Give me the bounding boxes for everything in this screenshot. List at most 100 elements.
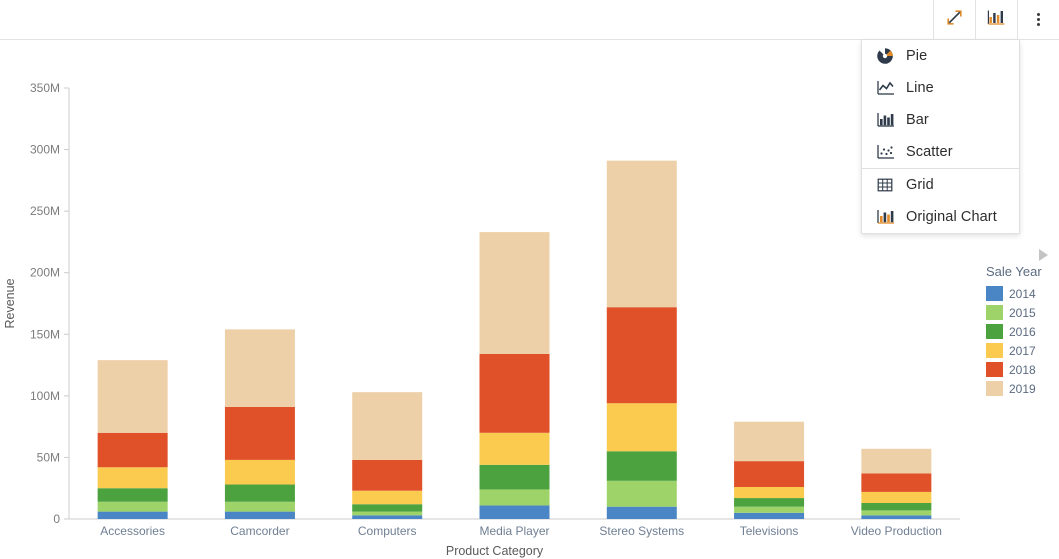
bar-segment[interactable] bbox=[734, 506, 805, 513]
x-tick-label: Video Production bbox=[851, 524, 942, 538]
bar-chart-icon bbox=[876, 111, 906, 129]
bar-segment[interactable] bbox=[606, 403, 677, 452]
bar-segment[interactable] bbox=[224, 329, 295, 407]
more-options-button[interactable] bbox=[1017, 0, 1059, 39]
menu-item-label: Scatter bbox=[906, 144, 953, 160]
bar-segment[interactable] bbox=[861, 510, 932, 516]
bar-segment[interactable] bbox=[479, 432, 550, 465]
menu-item-label: Pie bbox=[906, 48, 928, 64]
legend-item-2017[interactable]: 2017 bbox=[986, 341, 1059, 360]
bar-segment[interactable] bbox=[224, 459, 295, 485]
bar-segment[interactable] bbox=[224, 501, 295, 512]
bar-segment[interactable] bbox=[97, 360, 168, 433]
bar-group bbox=[352, 392, 423, 519]
menu-item-original-chart[interactable]: Original Chart bbox=[862, 201, 1019, 233]
legend-item-2014[interactable]: 2014 bbox=[986, 284, 1059, 303]
chart-type-menu: Pie Line Bar Scatter Grid Original Chart bbox=[861, 40, 1020, 234]
x-tick-label: Camcorder bbox=[230, 524, 289, 538]
bar-segment[interactable] bbox=[97, 501, 168, 512]
bar-segment[interactable] bbox=[734, 421, 805, 462]
menu-item-label: Grid bbox=[906, 177, 934, 193]
x-axis-title: Product Category bbox=[446, 544, 544, 558]
bar-segment[interactable] bbox=[606, 307, 677, 404]
y-tick-label: 200M bbox=[30, 266, 60, 280]
expand-button[interactable] bbox=[933, 0, 975, 39]
legend-entries: 2014 2015 2016 2017 2018 2019 bbox=[986, 284, 1059, 398]
bar-segment[interactable] bbox=[479, 353, 550, 433]
legend-item-2016[interactable]: 2016 bbox=[986, 322, 1059, 341]
legend-label: 2016 bbox=[1009, 324, 1036, 339]
y-tick-label: 300M bbox=[30, 143, 60, 157]
legend-swatch bbox=[986, 381, 1003, 396]
legend-scroll-arrow-icon[interactable] bbox=[1039, 249, 1048, 261]
bar-segment[interactable] bbox=[861, 473, 932, 492]
bar-segment[interactable] bbox=[734, 512, 805, 519]
legend-item-2018[interactable]: 2018 bbox=[986, 360, 1059, 379]
original-chart-icon bbox=[876, 208, 906, 226]
bar-segment[interactable] bbox=[352, 459, 423, 491]
bar-segment[interactable] bbox=[606, 451, 677, 481]
bar-segment[interactable] bbox=[606, 506, 677, 519]
legend-item-2015[interactable]: 2015 bbox=[986, 303, 1059, 322]
legend-swatch bbox=[986, 286, 1003, 301]
line-chart-icon bbox=[876, 79, 906, 97]
legend-label: 2017 bbox=[1009, 343, 1036, 358]
bar-group bbox=[734, 421, 805, 519]
bar-segment[interactable] bbox=[352, 392, 423, 460]
y-tick-label: 250M bbox=[30, 204, 60, 218]
bar-segment[interactable] bbox=[734, 498, 805, 507]
bar-group bbox=[861, 448, 932, 519]
bar-segment[interactable] bbox=[861, 515, 932, 519]
bar-segment[interactable] bbox=[352, 504, 423, 512]
menu-item-scatter[interactable]: Scatter bbox=[862, 136, 1019, 168]
grid-icon bbox=[876, 176, 906, 194]
bar-segment[interactable] bbox=[352, 515, 423, 519]
top-toolbar bbox=[0, 0, 1059, 40]
legend-swatch bbox=[986, 343, 1003, 358]
bar-group bbox=[479, 232, 550, 519]
bar-segment[interactable] bbox=[479, 489, 550, 506]
bar-segment[interactable] bbox=[479, 505, 550, 519]
pie-chart-icon bbox=[876, 47, 906, 65]
bar-segment[interactable] bbox=[224, 511, 295, 519]
menu-item-line[interactable]: Line bbox=[862, 72, 1019, 104]
bar-segment[interactable] bbox=[479, 464, 550, 490]
bar-segment[interactable] bbox=[734, 486, 805, 499]
x-tick-label: Computers bbox=[358, 524, 417, 538]
menu-item-grid[interactable]: Grid bbox=[862, 169, 1019, 201]
bar-group bbox=[224, 329, 295, 519]
x-tick-label: Media Player bbox=[479, 524, 549, 538]
bar-segment[interactable] bbox=[352, 490, 423, 505]
menu-item-pie[interactable]: Pie bbox=[862, 40, 1019, 72]
bar-segment[interactable] bbox=[861, 448, 932, 474]
bar-segment[interactable] bbox=[734, 461, 805, 487]
bar-segment[interactable] bbox=[97, 432, 168, 468]
y-tick-label: 150M bbox=[30, 327, 60, 341]
bar-segment[interactable] bbox=[224, 484, 295, 502]
bar-group bbox=[97, 360, 168, 519]
legend-label: 2014 bbox=[1009, 286, 1036, 301]
menu-group-charts: Pie Line Bar Scatter bbox=[862, 40, 1019, 168]
y-tick-label: 100M bbox=[30, 389, 60, 403]
legend-label: 2019 bbox=[1009, 381, 1036, 396]
legend-swatch bbox=[986, 324, 1003, 339]
bar-segment[interactable] bbox=[479, 232, 550, 354]
bar-segment[interactable] bbox=[352, 511, 423, 516]
bar-segment[interactable] bbox=[97, 488, 168, 502]
legend-title: Sale Year bbox=[986, 264, 1042, 279]
chart-type-icon bbox=[987, 9, 1006, 31]
bar-segment[interactable] bbox=[97, 467, 168, 489]
bar-segment[interactable] bbox=[861, 502, 932, 511]
bar-segment[interactable] bbox=[606, 480, 677, 507]
bar-segment[interactable] bbox=[97, 511, 168, 519]
menu-item-bar[interactable]: Bar bbox=[862, 104, 1019, 136]
bar-segment[interactable] bbox=[861, 491, 932, 503]
menu-group-other: Grid Original Chart bbox=[862, 168, 1019, 233]
legend-item-2019[interactable]: 2019 bbox=[986, 379, 1059, 398]
chart-type-button[interactable] bbox=[975, 0, 1017, 39]
x-tick-label: Televisions bbox=[740, 524, 799, 538]
bar-segment[interactable] bbox=[606, 160, 677, 308]
menu-item-label: Bar bbox=[906, 112, 929, 128]
menu-item-label: Original Chart bbox=[906, 209, 997, 225]
bar-segment[interactable] bbox=[224, 406, 295, 460]
